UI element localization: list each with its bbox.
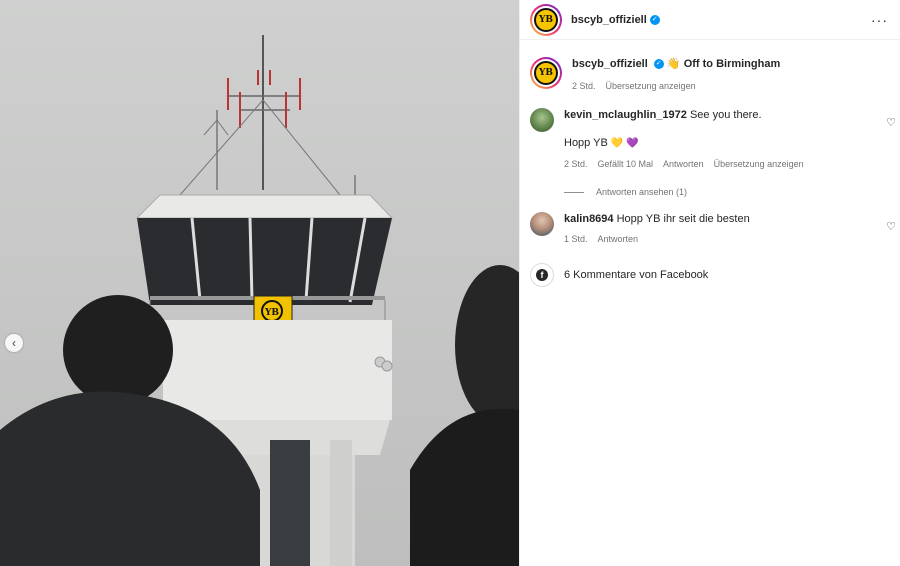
facebook-comments-link[interactable]: f 6 Kommentare von Facebook <box>520 263 900 287</box>
comment-likes[interactable]: Gefällt 10 Mal <box>598 157 654 171</box>
verified-badge-icon: ✓ <box>653 59 664 70</box>
avatar[interactable] <box>530 108 554 132</box>
svg-text:YB: YB <box>264 308 279 318</box>
comment-item: kalin8694 Hopp YB ihr seit die besten 1 … <box>520 212 900 246</box>
comment-username[interactable]: kalin8694 <box>564 213 614 225</box>
post-sidebar: YB bscyb_offiziell ✓ ··· YB bscyb_offizi… <box>519 0 900 566</box>
more-options-icon[interactable]: ··· <box>871 12 888 28</box>
comment-time: 1 Std. <box>564 234 588 244</box>
facebook-icon: f <box>530 263 554 287</box>
verified-badge-icon: ✓ <box>649 14 660 25</box>
control-tower-photo: YB <box>0 35 519 566</box>
view-replies-label: Antworten ansehen (1) <box>596 187 688 197</box>
facebook-comments-label: 6 Kommentare von Facebook <box>564 269 709 281</box>
post-image: YB ‹ <box>0 0 519 566</box>
caption-text: Off to Birmingham <box>683 58 781 70</box>
comment-text-line2: Hopp YB <box>564 137 608 149</box>
reply-button[interactable]: Antworten <box>598 232 639 246</box>
view-replies-button[interactable]: Antworten ansehen (1) <box>564 185 890 199</box>
comment-text: Hopp YB ihr seit die besten <box>616 213 750 225</box>
yb-logo-icon: YB <box>534 7 558 32</box>
heart-emojis: 💛 💜 <box>610 138 639 149</box>
comment-time: 2 Std. <box>564 159 588 169</box>
chevron-left-icon[interactable]: ‹ <box>5 334 23 352</box>
avatar[interactable]: YB <box>530 3 562 36</box>
wave-emoji: 👋 <box>666 58 681 70</box>
divider <box>564 191 584 193</box>
post-caption: YB bscyb_offiziell ✓ 👋 Off to Birmingham… <box>520 57 900 93</box>
comment-item: kevin_mclaughlin_1972 See you there. Hop… <box>520 108 900 199</box>
post-header: YB bscyb_offiziell ✓ ··· <box>520 0 900 40</box>
reply-button[interactable]: Antworten <box>663 157 704 171</box>
comment-username[interactable]: kevin_mclaughlin_1972 <box>564 109 687 121</box>
avatar[interactable]: YB <box>530 57 562 89</box>
caption-username[interactable]: bscyb_offiziell <box>572 58 648 70</box>
header-username[interactable]: bscyb_offiziell <box>571 14 647 26</box>
yb-logo-icon: YB <box>534 61 558 85</box>
heart-icon[interactable]: ♡ <box>886 116 896 129</box>
comment-text: See you there. <box>689 109 762 121</box>
translate-link[interactable]: Übersetzung anzeigen <box>606 79 696 93</box>
caption-time: 2 Std. <box>572 81 596 91</box>
translate-link[interactable]: Übersetzung anzeigen <box>714 157 804 171</box>
heart-icon[interactable]: ♡ <box>886 220 896 233</box>
avatar[interactable] <box>530 212 554 236</box>
